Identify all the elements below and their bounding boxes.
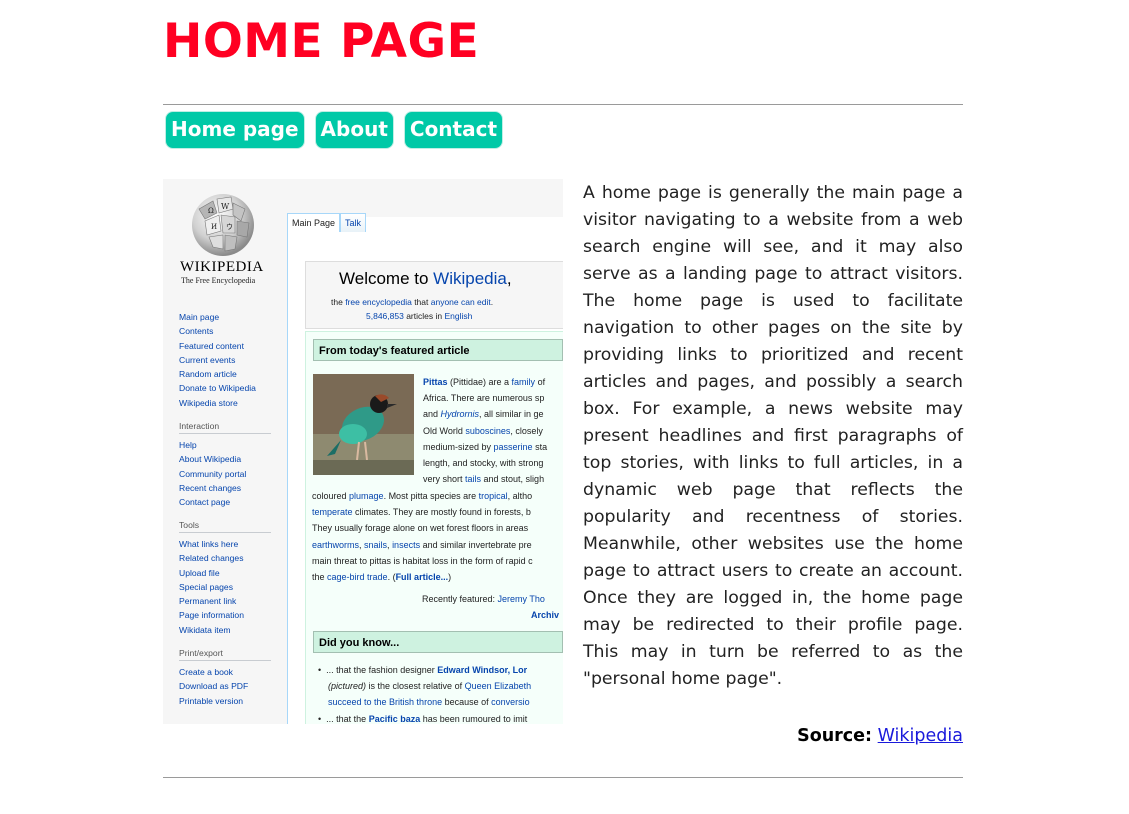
wiki-link: Main page: [179, 312, 220, 322]
wiki-tab-talk: Talk: [340, 213, 367, 232]
source-link[interactable]: Wikipedia: [878, 726, 963, 746]
page-title: HOME PAGE: [163, 14, 480, 69]
wiki-dyk-text: • ... that the fashion designer Edward W…: [318, 665, 532, 724]
svg-text:ウ: ウ: [226, 223, 233, 231]
wiki-welcome-sub: the free encyclopedia that anyone can ed…: [331, 297, 494, 307]
wiki-link: Upload file: [179, 567, 220, 578]
svg-text:W: W: [221, 202, 230, 211]
wiki-link: Page information: [179, 610, 244, 621]
wiki-link: Related changes: [179, 553, 244, 564]
wiki-article-count: 5,846,853 articles in English: [366, 311, 473, 321]
wiki-tools-links: What links here Related changes Upload f…: [179, 537, 244, 637]
wiki-tabs: Main Page Talk: [287, 213, 367, 232]
svg-text:Ω: Ω: [208, 207, 214, 215]
source-credit: Source: Wikipedia: [797, 726, 963, 746]
wiki-print-links: Create a book Download as PDF Printable …: [179, 665, 248, 708]
nav-about-button[interactable]: About: [314, 111, 394, 149]
wiki-section-head: Interaction: [179, 421, 271, 434]
wikipedia-screenshot-image: Ω W И ウ WIKIPEDIA The Free Encyclopedia …: [163, 179, 563, 724]
wiki-recently-featured: Recently featured: Jeremy Tho: [422, 594, 545, 604]
wiki-link: Create a book: [179, 667, 233, 677]
wiki-dyk-head: Did you know...: [313, 631, 563, 653]
top-divider: [163, 104, 963, 105]
nav-contact-button[interactable]: Contact: [403, 111, 504, 149]
wiki-section-head: Tools: [179, 520, 271, 533]
wiki-link: Printable version: [179, 695, 244, 706]
wiki-link: Community portal: [179, 468, 247, 479]
wiki-link: Current events: [179, 354, 236, 365]
wiki-nav-links: Main page Contents Featured content Curr…: [179, 310, 256, 410]
wiki-interaction-links: Help About Wikipedia Community portal Re…: [179, 438, 246, 509]
wiki-tab-main: Main Page: [287, 213, 341, 232]
article-text: A home page is generally the main page a…: [583, 183, 963, 689]
pitta-bird-image: [313, 374, 414, 475]
wikipedia-globe-logo: Ω W И ウ: [192, 194, 254, 256]
source-label: Source:: [797, 726, 873, 746]
wiki-featured-head: From today's featured article: [313, 339, 563, 361]
nav-home-page-button[interactable]: Home page: [165, 111, 305, 149]
bottom-divider: [163, 777, 963, 778]
wiki-featured-text-cont: coloured plumage. Most pitta species are…: [312, 491, 533, 583]
wiki-archive: Archiv: [531, 610, 560, 620]
wiki-link: Special pages: [179, 581, 233, 592]
svg-text:И: И: [211, 223, 217, 231]
wiki-link: About Wikipedia: [179, 454, 242, 465]
wiki-welcome-title: Welcome to Wikipedia,: [339, 269, 512, 288]
main-nav: Home page About Contact: [165, 111, 504, 149]
wiki-link: Wikidata item: [179, 624, 231, 635]
wiki-tagline: The Free Encyclopedia: [181, 276, 256, 285]
wiki-featured-text: Pittas (Pittidae) are a family of Africa…: [423, 377, 548, 485]
wiki-link: Contents: [179, 326, 214, 337]
wiki-link: Donate to Wikipedia: [179, 383, 256, 394]
wiki-brand: WIKIPEDIA: [180, 259, 264, 275]
wiki-link: Contact page: [179, 497, 231, 508]
wiki-link: Help: [179, 440, 197, 450]
wiki-link: Random article: [179, 369, 237, 380]
wiki-section-head: Print/export: [179, 648, 271, 661]
wiki-link: Download as PDF: [179, 681, 249, 692]
wiki-link: Featured content: [179, 340, 244, 351]
wiki-link: Wikipedia store: [179, 397, 238, 408]
wiki-link: Recent changes: [179, 482, 242, 493]
wiki-link: Permanent link: [179, 596, 237, 607]
wiki-link: What links here: [179, 539, 239, 549]
